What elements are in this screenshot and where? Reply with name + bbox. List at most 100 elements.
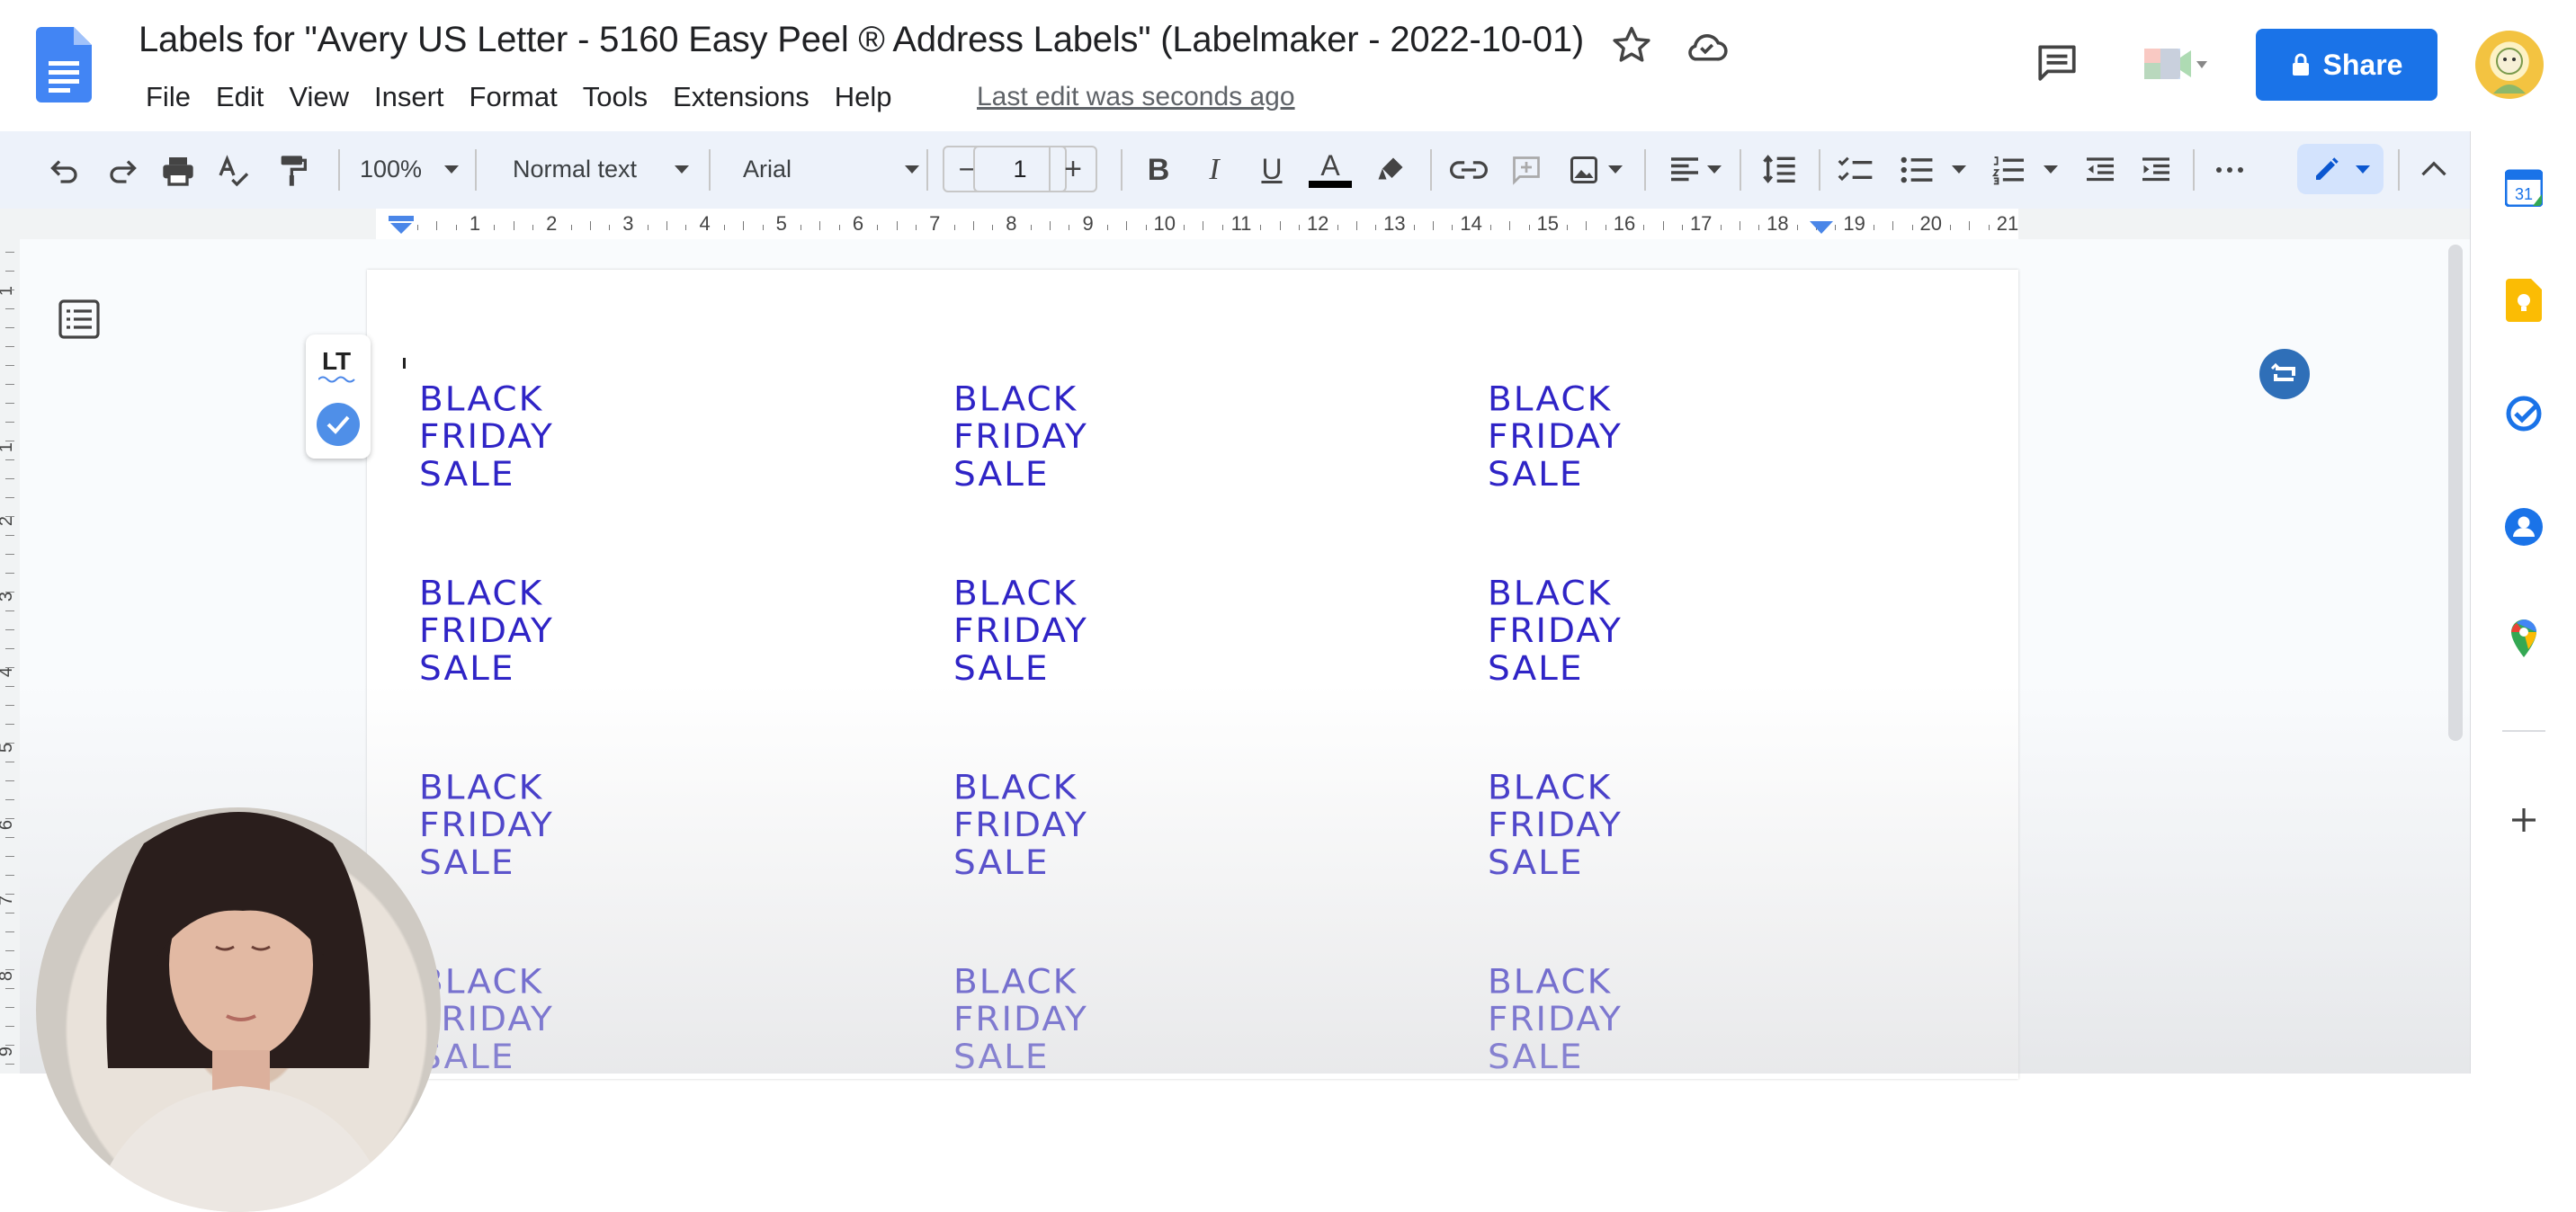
side-panel — [2470, 131, 2576, 1074]
vertical-ruler-tick — [5, 818, 14, 819]
document-title[interactable]: Labels for "Avery US Letter - 5160 Easy … — [139, 20, 1584, 60]
text-color-button[interactable]: A — [1308, 144, 1353, 194]
label-text-line1: BLACK — [1488, 963, 1613, 1002]
tasks-icon[interactable] — [2502, 392, 2545, 435]
decrease-indent-icon[interactable] — [2080, 149, 2121, 191]
label-text-line3: SALE — [1488, 843, 1584, 883]
font-dropdown-icon[interactable] — [905, 165, 919, 174]
zoom-dropdown-icon[interactable] — [444, 165, 459, 174]
last-edit-link[interactable]: Last edit was seconds ago — [977, 79, 1295, 115]
editing-mode-button[interactable] — [2297, 144, 2384, 194]
image-dropdown-icon[interactable] — [1608, 165, 1623, 174]
account-avatar[interactable] — [2475, 31, 2544, 99]
ruler-tick — [609, 225, 611, 230]
numbered-list-dropdown-icon[interactable] — [2044, 165, 2058, 174]
address-label[interactable]: BLACK FRIDAY SALE — [419, 575, 554, 688]
address-label[interactable]: BLACK FRIDAY SALE — [1488, 964, 1623, 1076]
vertical-ruler-number: 1 — [0, 442, 17, 452]
vertical-ruler-tick — [5, 837, 14, 838]
address-label[interactable]: BLACK FRIDAY SALE — [419, 381, 554, 494]
font-select[interactable]: Arial — [743, 153, 792, 185]
increase-font-size-button[interactable]: + — [1049, 146, 1097, 192]
scrollbar-thumb[interactable] — [2448, 245, 2463, 741]
checklist-icon[interactable] — [1835, 149, 1876, 191]
numbered-list-icon[interactable] — [1988, 149, 2029, 191]
calendar-icon[interactable]: 31 — [2502, 165, 2545, 209]
underline-button[interactable]: U — [1252, 147, 1292, 191]
insert-link-icon[interactable] — [1448, 149, 1489, 191]
menu-file[interactable]: File — [133, 79, 203, 115]
vertical-ruler-tick — [5, 667, 14, 668]
right-indent-marker-icon[interactable] — [1810, 221, 1833, 240]
style-dropdown-icon[interactable] — [675, 165, 689, 174]
undo-icon[interactable] — [45, 153, 85, 189]
hide-menus-icon[interactable] — [2414, 149, 2454, 189]
cloud-saved-icon[interactable] — [1682, 23, 1731, 67]
maps-icon[interactable] — [2502, 617, 2545, 660]
highlight-icon[interactable] — [1371, 149, 1410, 191]
menu-tools[interactable]: Tools — [570, 79, 660, 115]
vertical-ruler-tick — [5, 478, 14, 479]
ruler-tick — [1528, 225, 1530, 230]
menu-insert[interactable]: Insert — [362, 79, 457, 115]
address-label[interactable]: BLACK FRIDAY SALE — [953, 964, 1088, 1076]
address-label[interactable]: BLACK FRIDAY SALE — [419, 770, 554, 882]
add-comment-icon[interactable] — [1506, 149, 1547, 191]
zoom-select[interactable]: 100% — [360, 153, 422, 185]
more-options-icon[interactable] — [2209, 149, 2250, 191]
address-label[interactable]: BLACK FRIDAY SALE — [953, 770, 1088, 882]
bulleted-list-icon[interactable] — [1896, 149, 1937, 191]
contacts-icon[interactable] — [2502, 505, 2545, 548]
ruler-tick — [1988, 225, 1990, 230]
address-label[interactable]: BLACK FRIDAY SALE — [1488, 575, 1623, 688]
vertical-ruler-tick — [5, 308, 14, 309]
menu-format[interactable]: Format — [457, 79, 570, 115]
languagetool-check-icon[interactable] — [317, 403, 360, 446]
address-label[interactable]: BLACK FRIDAY SALE — [1488, 381, 1623, 494]
vertical-ruler-number: 4 — [0, 667, 17, 677]
bold-button[interactable]: B — [1139, 149, 1178, 191]
ruler-tick — [1298, 225, 1300, 230]
ruler-number: 7 — [929, 212, 941, 235]
menu-extensions[interactable]: Extensions — [660, 79, 822, 115]
spellcheck-icon[interactable] — [214, 151, 254, 191]
label-text-line2: FRIDAY — [419, 417, 554, 457]
label-text-line3: SALE — [953, 1038, 1050, 1077]
address-label[interactable]: BLACK FRIDAY SALE — [953, 575, 1088, 688]
label-text-line2: FRIDAY — [1488, 806, 1623, 845]
add-addon-icon[interactable] — [2502, 798, 2545, 842]
keep-icon[interactable] — [2502, 279, 2545, 322]
comment-history-icon[interactable] — [2035, 41, 2080, 83]
address-label[interactable]: BLACK FRIDAY SALE — [953, 381, 1088, 494]
document-outline-icon[interactable] — [58, 299, 101, 340]
print-icon[interactable] — [158, 151, 198, 191]
menu-help[interactable]: Help — [822, 79, 905, 115]
document-page[interactable] — [367, 270, 2018, 1079]
webcam-overlay — [36, 807, 441, 1212]
label-text-line3: SALE — [419, 649, 515, 689]
docs-logo-icon[interactable] — [36, 27, 92, 102]
align-left-icon[interactable] — [1664, 149, 1705, 191]
italic-button[interactable]: I — [1194, 149, 1234, 191]
meet-icon[interactable] — [2141, 41, 2207, 86]
share-button[interactable]: Share — [2256, 29, 2437, 101]
vertical-ruler-tick — [5, 931, 14, 932]
label-text-line2: FRIDAY — [953, 611, 1088, 651]
vertical-ruler-tick — [5, 610, 14, 611]
line-spacing-icon[interactable] — [1759, 147, 1801, 191]
align-dropdown-icon[interactable] — [1707, 165, 1722, 174]
left-indent-marker-icon[interactable] — [389, 216, 414, 240]
style-select[interactable]: Normal text — [513, 153, 637, 185]
paint-format-icon[interactable] — [273, 151, 313, 191]
redo-icon[interactable] — [103, 153, 142, 189]
ruler-tick — [723, 225, 725, 230]
bulleted-list-dropdown-icon[interactable] — [1952, 165, 1966, 174]
address-label[interactable]: BLACK FRIDAY SALE — [1488, 770, 1623, 882]
star-icon[interactable] — [1608, 22, 1655, 68]
extension-badge-icon[interactable] — [2259, 349, 2310, 399]
menu-view[interactable]: View — [276, 79, 362, 115]
lock-icon — [2292, 53, 2309, 76]
menu-edit[interactable]: Edit — [203, 79, 276, 115]
increase-indent-icon[interactable] — [2135, 149, 2177, 191]
insert-image-icon[interactable] — [1563, 149, 1605, 191]
